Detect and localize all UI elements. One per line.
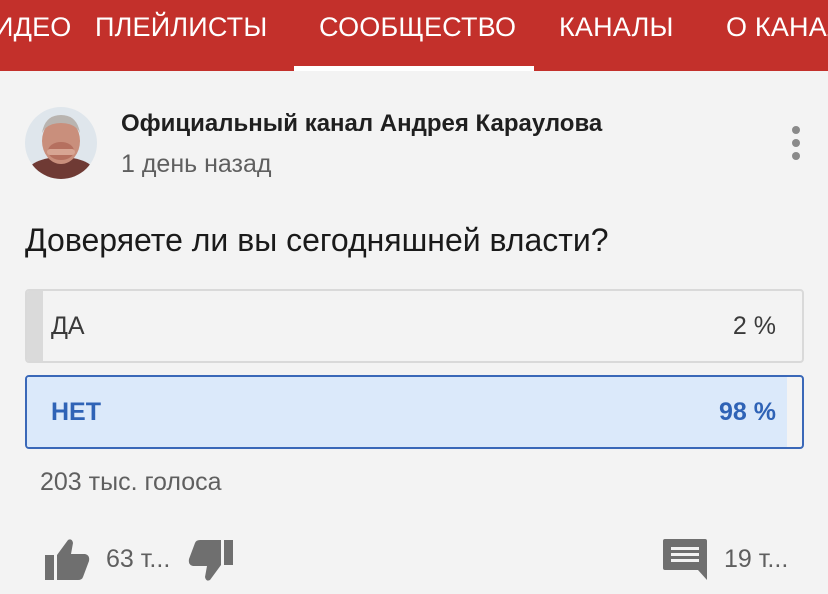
thumbs-up-icon[interactable] xyxy=(44,537,90,581)
tab-about[interactable]: О КАНАЛЕ xyxy=(726,12,828,43)
like-count: 63 т... xyxy=(106,545,171,573)
more-vert-icon[interactable] xyxy=(782,124,810,162)
poll-option-label: НЕТ xyxy=(51,398,101,426)
tab-playlists[interactable]: ПЛЕЙЛИСТЫ xyxy=(95,12,267,43)
poll-option-fill xyxy=(27,377,787,447)
poll-question: Доверяете ли вы сегодняшней власти? xyxy=(25,222,609,258)
poll-option-da[interactable]: ДА 2 % xyxy=(25,289,804,363)
poll-option-label: ДА xyxy=(51,312,85,340)
poll-option-percent: 2 % xyxy=(732,312,776,340)
tab-channels[interactable]: КАНАЛЫ xyxy=(559,12,674,43)
tab-videos[interactable]: ИДЕО xyxy=(0,12,72,43)
poll-option-percent: 98 % xyxy=(719,398,776,426)
channel-tab-bar: ИДЕО ПЛЕЙЛИСТЫ СООБЩЕСТВО КАНАЛЫ О КАНАЛ… xyxy=(0,0,828,71)
tab-community[interactable]: СООБЩЕСТВО xyxy=(319,12,516,43)
poll-option-fill xyxy=(27,291,43,361)
channel-name[interactable]: Официальный канал Андрея Караулова xyxy=(121,110,602,138)
vote-count: 203 тыс. голоса xyxy=(40,468,222,496)
thumbs-down-icon[interactable] xyxy=(188,539,234,583)
post-timestamp: 1 день назад xyxy=(121,150,272,178)
channel-avatar[interactable] xyxy=(25,107,97,179)
poll-option-net[interactable]: НЕТ 98 % xyxy=(25,375,804,449)
active-tab-indicator xyxy=(294,66,534,71)
comment-icon[interactable] xyxy=(662,537,708,581)
comment-count: 19 т... xyxy=(724,545,789,573)
